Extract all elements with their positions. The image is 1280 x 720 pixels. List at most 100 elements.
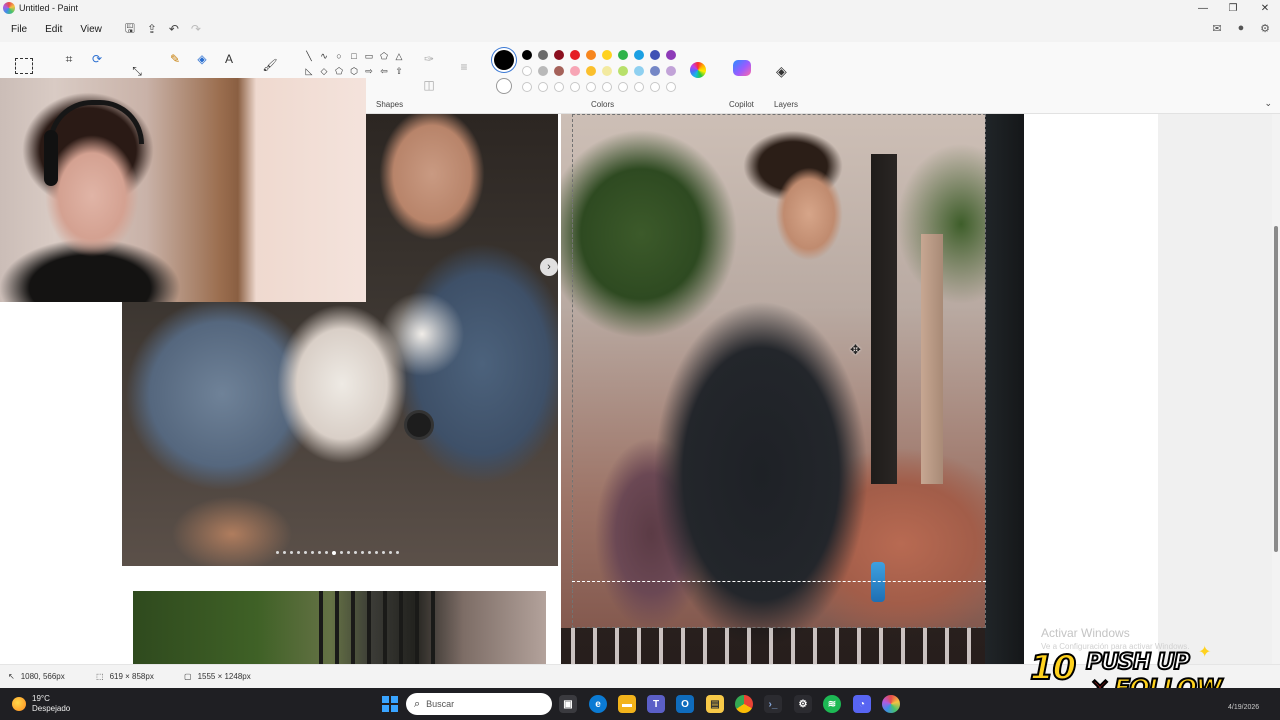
menu-view[interactable]: View xyxy=(71,24,111,35)
secondary-color-swatch[interactable] xyxy=(496,78,512,94)
edit-colors-icon[interactable] xyxy=(690,62,706,78)
cursor-position-text: 1080, 566px xyxy=(20,672,65,681)
chrome-icon[interactable] xyxy=(735,695,753,713)
size-icon[interactable]: ≡ xyxy=(455,58,473,76)
primary-color-swatch[interactable] xyxy=(494,50,514,70)
sticky-notes-icon[interactable]: ▤ xyxy=(706,695,724,713)
start-icon[interactable] xyxy=(382,696,398,712)
pencil-icon[interactable]: ✎ xyxy=(166,50,184,68)
custom-color-slot[interactable] xyxy=(666,82,676,92)
triangle-icon[interactable]: △ xyxy=(392,49,406,63)
share-icon[interactable]: ⇪ xyxy=(141,18,163,40)
custom-color-slot[interactable] xyxy=(618,82,628,92)
layers-icon[interactable]: ◈ xyxy=(776,63,787,80)
color-swatch[interactable] xyxy=(602,66,612,76)
custom-color-slot[interactable] xyxy=(570,82,580,92)
custom-color-slot[interactable] xyxy=(522,82,532,92)
shape-fill-icon[interactable]: ◫ xyxy=(420,76,438,94)
color-swatch[interactable] xyxy=(522,50,532,60)
color-swatch[interactable] xyxy=(666,66,676,76)
feedback-icon[interactable]: ✉ xyxy=(1208,19,1226,37)
save-icon[interactable]: 🖫 xyxy=(119,18,141,40)
rounded-rectangle-icon[interactable]: ▭ xyxy=(362,49,376,63)
curve-icon[interactable]: ∿ xyxy=(317,49,331,63)
color-swatch[interactable] xyxy=(554,50,564,60)
pentagon-icon[interactable]: ⬠ xyxy=(332,64,346,78)
fill-icon[interactable]: ◈ xyxy=(193,50,211,68)
vertical-scrollbar[interactable] xyxy=(1272,114,1280,664)
color-swatch[interactable] xyxy=(522,66,532,76)
color-swatch[interactable] xyxy=(618,50,628,60)
polygon-icon[interactable]: ⬠ xyxy=(377,49,391,63)
minimize-button[interactable]: — xyxy=(1188,0,1218,16)
rotate-icon[interactable]: ⟳ xyxy=(88,50,106,68)
custom-color-slot[interactable] xyxy=(634,82,644,92)
rectangle-icon[interactable]: □ xyxy=(347,49,361,63)
outlook-icon[interactable]: O xyxy=(676,695,694,713)
menu-edit[interactable]: Edit xyxy=(36,24,71,35)
taskbar-search[interactable]: ⌕ Buscar xyxy=(406,693,552,715)
color-swatch[interactable] xyxy=(570,66,580,76)
color-swatch[interactable] xyxy=(586,66,596,76)
undo-icon[interactable]: ↶ xyxy=(163,18,185,40)
task-view-icon[interactable]: ▣ xyxy=(559,695,577,713)
crop-icon[interactable]: ⌗ xyxy=(60,50,78,68)
up-arrow-icon[interactable]: ⇧ xyxy=(392,64,406,78)
right-arrow-icon[interactable]: ⇨ xyxy=(362,64,376,78)
close-button[interactable]: ✕ xyxy=(1250,0,1280,16)
hexagon-icon[interactable]: ⬡ xyxy=(347,64,361,78)
color-swatch[interactable] xyxy=(538,50,548,60)
color-swatch[interactable] xyxy=(538,66,548,76)
carousel-dot xyxy=(368,551,371,554)
outline-icon[interactable]: ✑ xyxy=(420,50,438,68)
custom-color-slot[interactable] xyxy=(554,82,564,92)
spotify-icon[interactable]: ≋ xyxy=(823,695,841,713)
redo-icon[interactable]: ↷ xyxy=(185,18,207,40)
weather-widget[interactable]: 19°C Despejado xyxy=(12,694,70,714)
brush-icon[interactable]: 🖌 xyxy=(261,56,279,74)
chevron-down-icon[interactable]: ⌄ xyxy=(1264,98,1272,109)
paint-taskbar-icon[interactable] xyxy=(882,695,900,713)
color-swatch[interactable] xyxy=(650,50,660,60)
file-explorer-icon[interactable]: ▬ xyxy=(618,695,636,713)
settings-app-icon[interactable]: ⚙ xyxy=(794,695,812,713)
color-swatch[interactable] xyxy=(634,66,644,76)
discord-icon[interactable]: ◔ xyxy=(853,695,871,713)
color-swatch[interactable] xyxy=(602,50,612,60)
color-swatch[interactable] xyxy=(554,66,564,76)
maximize-button[interactable]: ❐ xyxy=(1218,0,1248,16)
color-swatch[interactable] xyxy=(570,50,580,60)
carousel-dot xyxy=(375,551,378,554)
text-icon[interactable]: A xyxy=(220,50,238,68)
custom-color-slot[interactable] xyxy=(586,82,596,92)
selection-rectangle[interactable] xyxy=(572,114,986,628)
custom-color-slot[interactable] xyxy=(602,82,612,92)
pasted-image-garden[interactable] xyxy=(133,591,546,664)
custom-color-slot[interactable] xyxy=(538,82,548,92)
color-swatch[interactable] xyxy=(618,66,628,76)
line-icon[interactable]: ╲ xyxy=(302,49,316,63)
account-icon[interactable]: ● xyxy=(1232,19,1250,37)
temperature: 19°C xyxy=(32,694,50,703)
terminal-icon[interactable]: ›_ xyxy=(764,695,782,713)
color-swatch[interactable] xyxy=(666,50,676,60)
color-swatch[interactable] xyxy=(586,50,596,60)
selection-size: ⬚ 619 × 858px xyxy=(96,672,154,681)
edge-icon[interactable]: e xyxy=(589,695,607,713)
custom-color-slot[interactable] xyxy=(650,82,660,92)
headset-band xyxy=(48,100,144,144)
menu-file[interactable]: File xyxy=(2,24,36,35)
scrollbar-thumb[interactable] xyxy=(1274,226,1278,552)
left-arrow-icon[interactable]: ⇦ xyxy=(377,64,391,78)
teams-icon[interactable]: T xyxy=(647,695,665,713)
diamond-icon[interactable]: ◇ xyxy=(317,64,331,78)
sticker-push-up: PUSH UP xyxy=(1085,649,1191,676)
color-swatch[interactable] xyxy=(634,50,644,60)
copilot-icon[interactable] xyxy=(733,60,751,76)
settings-icon[interactable]: ⚙ xyxy=(1256,19,1274,37)
right-triangle-icon[interactable]: ◺ xyxy=(302,64,316,78)
select-tool-icon[interactable] xyxy=(15,58,33,74)
oval-icon[interactable]: ○ xyxy=(332,49,346,63)
color-swatch[interactable] xyxy=(650,66,660,76)
carousel-dots xyxy=(276,551,399,555)
